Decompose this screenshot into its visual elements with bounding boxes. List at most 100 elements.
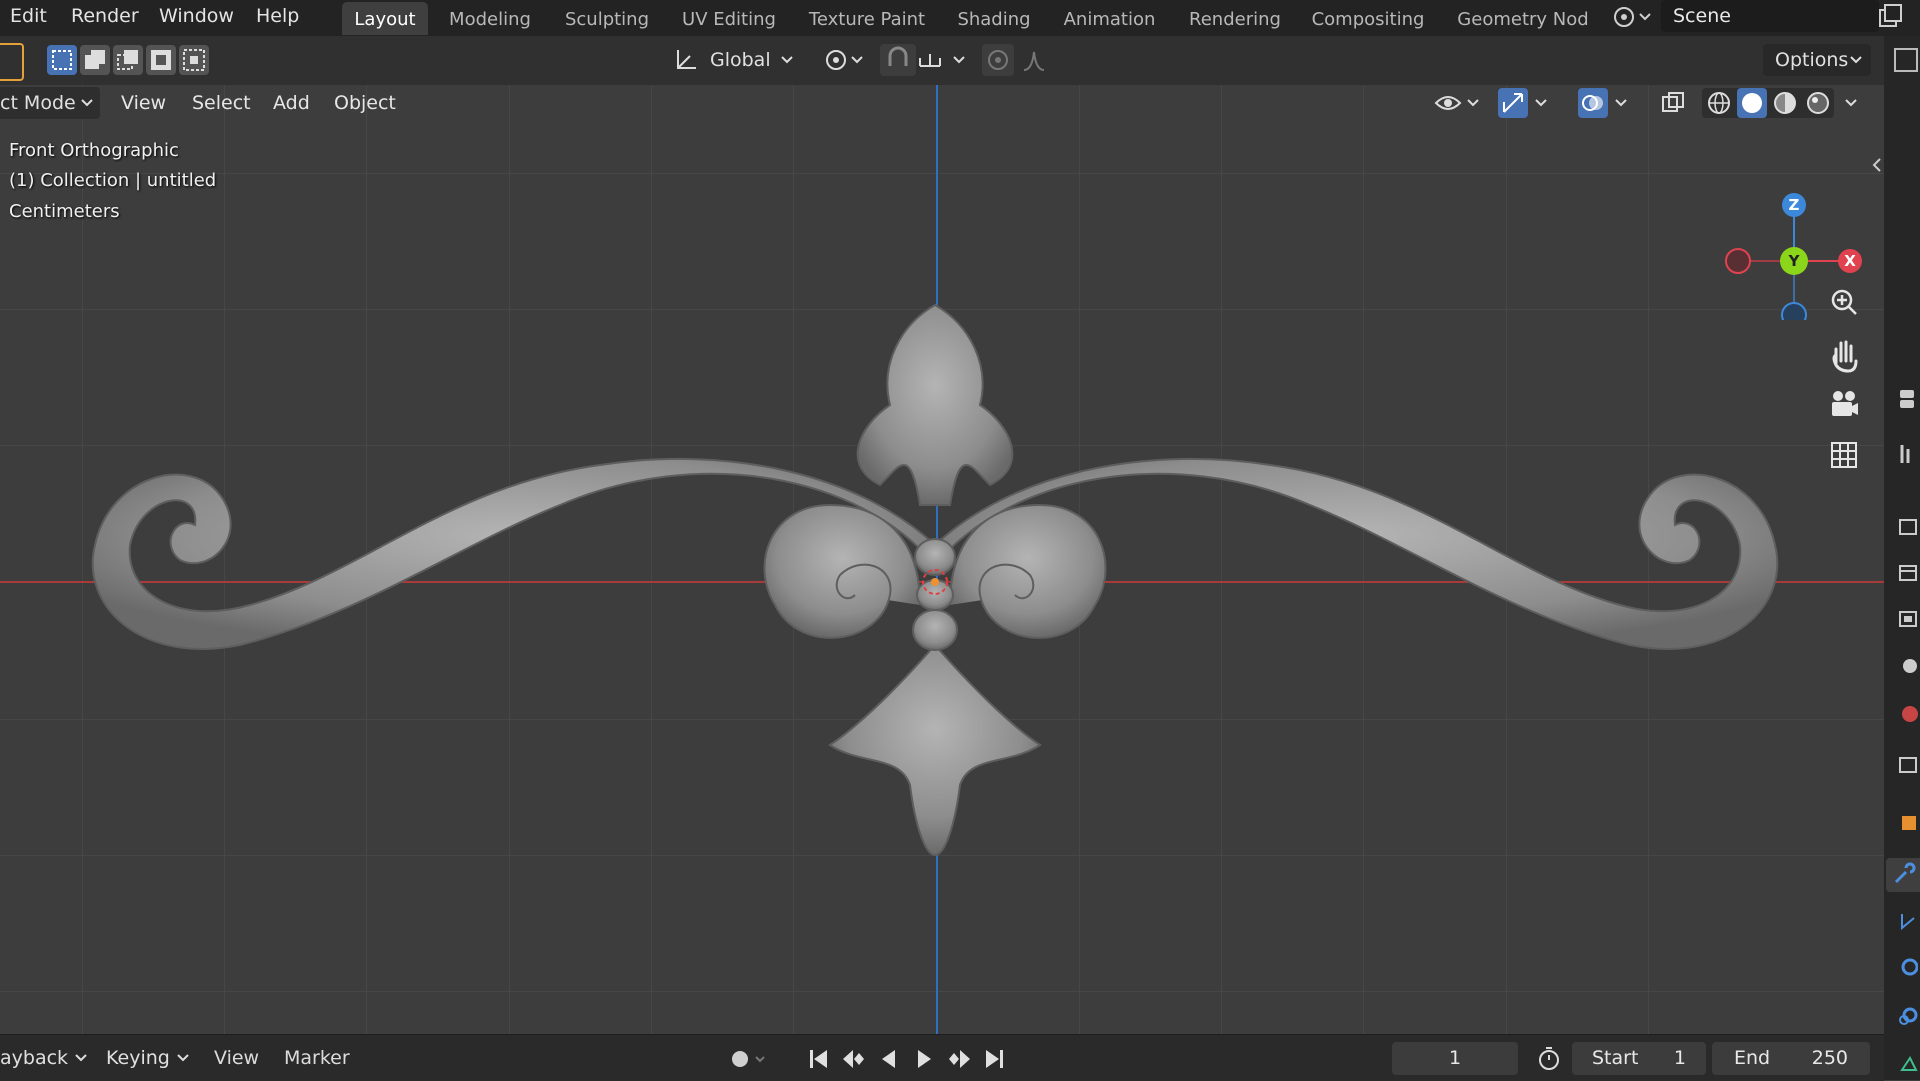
viewport-menu-add[interactable]: Add <box>273 88 310 118</box>
playback-dropdown[interactable]: ayback <box>0 1042 92 1074</box>
tab-compositing[interactable]: Compositing <box>1307 2 1429 35</box>
tab-rendering[interactable]: Rendering <box>1181 2 1289 35</box>
play-icon[interactable] <box>910 1045 938 1073</box>
ortho-grid-icon[interactable] <box>1824 435 1864 475</box>
chevron-down-icon <box>1850 56 1862 64</box>
viewport-menu-object[interactable]: Object <box>334 88 396 118</box>
units-text: Centimeters <box>9 201 120 222</box>
current-frame-field[interactable]: 1 <box>1392 1042 1518 1075</box>
end-frame-field[interactable]: End 250 <box>1712 1042 1870 1075</box>
pan-hand-icon[interactable] <box>1824 333 1864 373</box>
mode-label: ct Mode <box>0 92 76 114</box>
transform-orientation-dropdown[interactable]: Global <box>702 44 802 76</box>
jump-keyframe-forward-icon[interactable] <box>945 1045 973 1073</box>
auto-keying-icon[interactable] <box>726 1047 774 1071</box>
particles-properties-icon[interactable] <box>1892 908 1918 934</box>
visibility-icon[interactable] <box>1432 88 1486 118</box>
view-layer-properties-icon[interactable] <box>1892 560 1918 586</box>
scene-properties-icon[interactable] <box>1892 606 1918 632</box>
timeline-menu-marker[interactable]: Marker <box>284 1035 350 1081</box>
keying-dropdown[interactable]: Keying <box>98 1042 194 1074</box>
chevron-down-icon[interactable] <box>1842 88 1864 118</box>
tab-animation[interactable]: Animation <box>1056 2 1163 35</box>
neg-x-axis-icon[interactable] <box>1725 248 1751 274</box>
ornament-mesh[interactable] <box>0 85 1884 1034</box>
gizmo-toggle-icon[interactable] <box>1498 88 1528 118</box>
tab-uv-editing[interactable]: UV Editing <box>673 2 785 35</box>
render-properties-icon[interactable] <box>1892 441 1918 467</box>
tab-layout[interactable]: Layout <box>342 2 428 35</box>
world-properties-icon[interactable] <box>1892 700 1918 726</box>
options-dropdown[interactable]: Options <box>1763 44 1871 76</box>
options-label: Options <box>1775 49 1849 71</box>
chevron-down-icon[interactable] <box>1532 88 1554 118</box>
tab-texture-paint[interactable]: Texture Paint <box>800 2 934 35</box>
start-frame-field[interactable]: Start 1 <box>1572 1042 1706 1075</box>
viewport-menu-select[interactable]: Select <box>192 88 251 118</box>
view-name-text: Front Orthographic <box>9 140 179 161</box>
mode-dropdown[interactable]: ct Mode <box>0 87 100 119</box>
rendered-shading-icon[interactable] <box>1803 88 1833 118</box>
tab-sculpting[interactable]: Sculpting <box>555 2 659 35</box>
select-subtract-icon[interactable] <box>113 45 143 75</box>
zoom-icon[interactable] <box>1824 282 1864 322</box>
snap-toggle-icon[interactable] <box>880 44 916 76</box>
xray-toggle-icon[interactable] <box>1658 88 1688 118</box>
object-properties-icon[interactable] <box>1892 810 1918 836</box>
scene-data-icon[interactable] <box>1892 652 1918 678</box>
select-extend-icon[interactable] <box>80 45 110 75</box>
z-axis-icon[interactable]: Z <box>1782 193 1806 217</box>
pivot-point-icon[interactable] <box>820 44 868 76</box>
stopwatch-icon[interactable] <box>1534 1045 1564 1073</box>
timeline-header: ayback Keying View Marker 1 Start 1 End … <box>0 1034 1884 1081</box>
chevron-down-icon <box>75 1054 87 1062</box>
select-invert-icon[interactable] <box>146 45 176 75</box>
tab-modeling[interactable]: Modeling <box>442 2 538 35</box>
data-properties-icon[interactable] <box>1892 1050 1918 1076</box>
new-scene-icon[interactable] <box>1876 2 1904 30</box>
jump-end-icon[interactable] <box>980 1045 1008 1073</box>
camera-view-icon[interactable] <box>1824 384 1864 424</box>
transform-orientation-icon[interactable] <box>670 44 702 76</box>
physics-properties-icon[interactable] <box>1892 954 1918 980</box>
scene-selector-icon[interactable] <box>1610 2 1654 30</box>
constraints-properties-icon[interactable] <box>1892 1002 1918 1028</box>
tab-geometry-nodes[interactable]: Geometry Nod <box>1451 2 1595 35</box>
menu-render[interactable]: Render <box>71 0 139 32</box>
jump-start-icon[interactable] <box>805 1045 833 1073</box>
select-tool-icon[interactable] <box>0 43 24 81</box>
chevron-down-icon <box>81 99 93 107</box>
select-new-icon[interactable] <box>47 45 77 75</box>
chevron-left-icon[interactable] <box>1870 155 1884 175</box>
tool-properties-icon[interactable] <box>1892 386 1918 412</box>
timeline-menu-view[interactable]: View <box>214 1035 259 1081</box>
wireframe-shading-icon[interactable] <box>1704 88 1734 118</box>
editor-type-icon[interactable] <box>1894 48 1918 72</box>
proportional-editing-icon[interactable] <box>982 44 1014 76</box>
output-properties-icon[interactable] <box>1892 514 1918 540</box>
overlays-toggle-icon[interactable] <box>1578 88 1608 118</box>
x-axis-icon[interactable]: X <box>1838 249 1862 273</box>
chevron-down-icon[interactable] <box>1612 88 1634 118</box>
properties-tab-strip <box>1884 36 1920 1080</box>
modifier-properties-icon[interactable] <box>1886 858 1920 892</box>
menu-window[interactable]: Window <box>159 0 234 32</box>
play-reverse-icon[interactable] <box>875 1045 903 1073</box>
solid-shading-icon[interactable] <box>1737 88 1767 118</box>
collection-properties-icon[interactable] <box>1892 752 1918 778</box>
snap-target-icon[interactable] <box>916 44 972 76</box>
proportional-falloff-icon[interactable] <box>1020 44 1066 76</box>
menu-edit[interactable]: Edit <box>10 0 47 32</box>
menu-help[interactable]: Help <box>256 0 299 32</box>
neg-z-axis-icon[interactable] <box>1781 302 1807 320</box>
y-axis-icon[interactable]: Y <box>1780 247 1808 275</box>
chevron-down-icon <box>177 1054 189 1062</box>
material-preview-icon[interactable] <box>1770 88 1800 118</box>
jump-keyframe-back-icon[interactable] <box>840 1045 868 1073</box>
select-intersect-icon[interactable] <box>179 45 209 75</box>
viewport-menu-view[interactable]: View <box>121 88 166 118</box>
3d-viewport[interactable]: ct Mode View Select Add Object Front Ort… <box>0 85 1884 1034</box>
tab-shading[interactable]: Shading <box>950 2 1038 35</box>
scene-name: Scene <box>1673 5 1731 27</box>
chevron-down-icon <box>781 56 793 64</box>
